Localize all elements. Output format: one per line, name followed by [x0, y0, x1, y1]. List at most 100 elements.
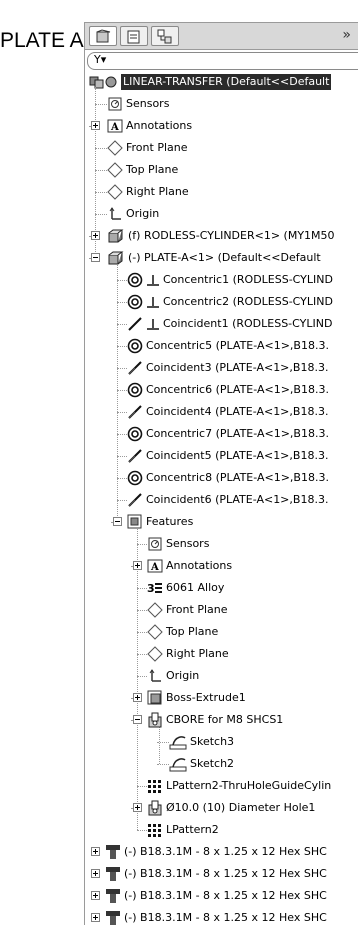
- filter-icon[interactable]: Y▾: [94, 53, 106, 66]
- tree-item[interactable]: Origin: [85, 665, 358, 687]
- linear-pattern-icon: [147, 822, 163, 838]
- tree-item[interactable]: Ø10.0 (10) Diameter Hole1: [85, 797, 358, 819]
- screw-part-icon: [105, 866, 121, 882]
- tree-item-label: Sensors: [126, 97, 170, 110]
- tree-item[interactable]: Features: [85, 511, 358, 533]
- tree-item[interactable]: A Annotations: [85, 555, 358, 577]
- tree-item-label: Concentric7 (PLATE-A<1>,B18.3.: [146, 427, 329, 440]
- expand-toggle[interactable]: [91, 847, 100, 856]
- expand-toggle[interactable]: [91, 869, 100, 878]
- tree-item[interactable]: Sketch2: [85, 753, 358, 775]
- concentric-mate-icon: [127, 426, 143, 442]
- tree-item-label: Sensors: [166, 537, 210, 550]
- panel-tab-bar: »: [85, 23, 358, 50]
- expand-toggle[interactable]: [91, 121, 100, 130]
- tree-item[interactable]: Concentric1 (RODLESS-CYLIND: [85, 269, 358, 291]
- tree-item[interactable]: LPattern2-ThruHoleGuideCylin: [85, 775, 358, 797]
- tree-item-label: LPattern2: [166, 823, 219, 836]
- configuration-manager-tab[interactable]: [151, 26, 179, 46]
- feature-manager-tab[interactable]: [89, 26, 117, 46]
- origin-icon: [147, 668, 163, 684]
- tree-item[interactable]: Coincident1 (RODLESS-CYLIND: [85, 313, 358, 335]
- tree-item[interactable]: Coincident4 (PLATE-A<1>,B18.3.: [85, 401, 358, 423]
- tree-item-label: Boss-Extrude1: [166, 691, 246, 704]
- tree-item-label: (f) RODLESS-CYLINDER<1> (MY1M50: [128, 229, 335, 242]
- concentric-mate-icon: [127, 294, 159, 310]
- plane-icon: [107, 140, 123, 156]
- coincident-mate-icon: [127, 448, 143, 464]
- tree-item[interactable]: Coincident5 (PLATE-A<1>,B18.3.: [85, 445, 358, 467]
- tree-item-label: Top Plane: [126, 163, 179, 176]
- tree-item[interactable]: Right Plane: [85, 181, 358, 203]
- tree-item[interactable]: A Annotations: [85, 115, 358, 137]
- tree-item[interactable]: Right Plane: [85, 643, 358, 665]
- linear-pattern-icon: [147, 778, 163, 794]
- tree-item-label: Annotations: [166, 559, 233, 572]
- tree-item[interactable]: 3 6061 Alloy: [85, 577, 358, 599]
- property-manager-icon: [127, 30, 140, 44]
- more-tabs-button[interactable]: »: [342, 27, 351, 43]
- tree-item-label: Origin: [166, 669, 200, 682]
- expand-toggle[interactable]: [91, 913, 100, 922]
- tree-item[interactable]: Origin: [85, 203, 358, 225]
- tree-item[interactable]: Concentric5 (PLATE-A<1>,B18.3.: [85, 335, 358, 357]
- tree-item[interactable]: (-) B18.3.1M - 8 x 1.25 x 12 Hex SHC: [85, 841, 358, 863]
- tree-item[interactable]: (f) RODLESS-CYLINDER<1> (MY1M50: [85, 225, 358, 247]
- collapse-toggle[interactable]: [91, 253, 100, 262]
- coincident-mate-icon: [127, 360, 143, 376]
- expand-toggle[interactable]: [133, 803, 142, 812]
- tree-item-label: Annotations: [126, 119, 193, 132]
- tree-item[interactable]: (-) PLATE-A<1> (Default<<Default: [85, 247, 358, 269]
- plane-icon: [147, 624, 163, 640]
- tree-item[interactable]: Front Plane: [85, 599, 358, 621]
- concentric-mate-icon: [127, 272, 159, 288]
- tree-item[interactable]: Top Plane: [85, 159, 358, 181]
- tree-item[interactable]: (-) B18.3.1M - 8 x 1.25 x 12 Hex SHC: [85, 863, 358, 885]
- tree-item[interactable]: Sensors: [85, 533, 358, 555]
- tree-item[interactable]: Sketch3: [85, 731, 358, 753]
- tree-item-label: Right Plane: [126, 185, 189, 198]
- filter-input[interactable]: Y▾: [87, 52, 358, 70]
- collapse-toggle[interactable]: [133, 715, 142, 724]
- tree-item-label: Origin: [126, 207, 160, 220]
- tree-item[interactable]: Coincident6 (PLATE-A<1>,B18.3.: [85, 489, 358, 511]
- tree-root[interactable]: LINEAR-TRANSFER (Default<<Default: [85, 71, 358, 93]
- sketch-icon: [169, 756, 187, 772]
- expand-toggle[interactable]: [91, 891, 100, 900]
- tree-item[interactable]: Boss-Extrude1: [85, 687, 358, 709]
- configuration-manager-icon: [157, 29, 172, 44]
- expand-toggle[interactable]: [133, 561, 142, 570]
- extrude-feature-icon: [147, 690, 163, 706]
- expand-toggle[interactable]: [133, 693, 142, 702]
- tree-item[interactable]: Concentric8 (PLATE-A<1>,B18.3.: [85, 467, 358, 489]
- coincident-mate-icon: [127, 492, 143, 508]
- tree-item[interactable]: Sensors: [85, 93, 358, 115]
- tree-item[interactable]: Concentric2 (RODLESS-CYLIND: [85, 291, 358, 313]
- concentric-mate-icon: [127, 338, 143, 354]
- tree-item[interactable]: Top Plane: [85, 621, 358, 643]
- tree-item[interactable]: Concentric6 (PLATE-A<1>,B18.3.: [85, 379, 358, 401]
- tree-item[interactable]: Coincident3 (PLATE-A<1>,B18.3.: [85, 357, 358, 379]
- tree-item-label: Top Plane: [166, 625, 219, 638]
- tree-item-label: Coincident6 (PLATE-A<1>,B18.3.: [146, 493, 329, 506]
- property-manager-tab[interactable]: [120, 26, 148, 46]
- tree-item-label: Front Plane: [166, 603, 228, 616]
- tree-item[interactable]: CBORE for M8 SHCS1: [85, 709, 358, 731]
- tree-root-label: LINEAR-TRANSFER (Default<<Default: [121, 74, 332, 90]
- tree-item[interactable]: (-) B18.3.1M - 8 x 1.25 x 12 Hex SHC: [85, 885, 358, 907]
- sketch-icon: [169, 734, 187, 750]
- expand-toggle[interactable]: [91, 231, 100, 240]
- screw-part-icon: [105, 844, 121, 860]
- concentric-mate-icon: [127, 470, 143, 486]
- svg-text:A: A: [110, 122, 119, 133]
- tree-item-label: (-) PLATE-A<1> (Default<<Default: [128, 251, 321, 264]
- tree-item-label: LPattern2-ThruHoleGuideCylin: [166, 779, 332, 792]
- tree-item[interactable]: Front Plane: [85, 137, 358, 159]
- collapse-toggle[interactable]: [113, 517, 122, 526]
- tree-item-label: (-) B18.3.1M - 8 x 1.25 x 12 Hex SHC: [124, 867, 327, 880]
- tree-item[interactable]: LPattern2: [85, 819, 358, 841]
- tree-item[interactable]: (-) B18.3.1M - 8 x 1.25 x 12 Hex SHC: [85, 907, 358, 925]
- tree-item[interactable]: Concentric7 (PLATE-A<1>,B18.3.: [85, 423, 358, 445]
- plane-icon: [107, 184, 123, 200]
- tree-item-label: Coincident3 (PLATE-A<1>,B18.3.: [146, 361, 329, 374]
